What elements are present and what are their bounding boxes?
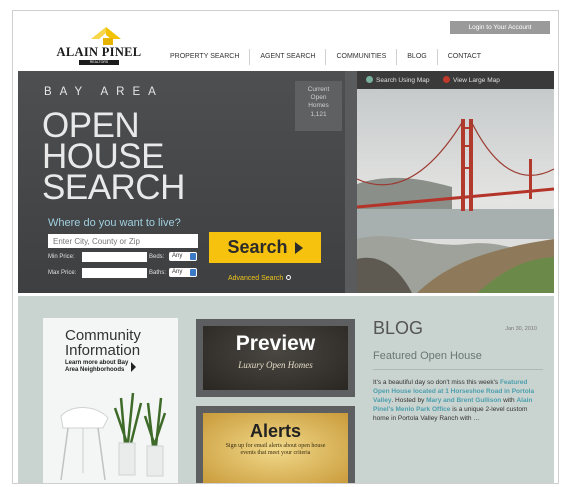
beds-value: Any <box>172 253 183 259</box>
preview-title: Preview <box>235 332 316 355</box>
search-using-map-label: Search Using Map <box>376 77 430 84</box>
hero: BAY AREA OPEN HOUSE SEARCH Current Open … <box>18 71 554 293</box>
community-learn-more: Learn more about Bay Area Neighborhoods <box>65 360 129 373</box>
logo[interactable]: ALAIN PINEL REALTORS <box>49 27 149 65</box>
magnifier-icon <box>286 275 292 280</box>
divider <box>373 369 543 370</box>
lower-section: Community Information Learn more about B… <box>18 296 554 483</box>
alerts-title: Alerts <box>249 421 302 441</box>
beds-label: Beds: <box>149 254 165 260</box>
chair-and-plants-image <box>60 392 167 481</box>
search-using-map-link[interactable]: Search Using Map <box>366 76 429 84</box>
advanced-search-link[interactable]: Advanced Search <box>228 275 292 282</box>
blog-post-title[interactable]: Featured Open House <box>373 350 543 362</box>
search-panel: BAY AREA OPEN HOUSE SEARCH Current Open … <box>18 71 345 293</box>
alerts-card-image: Alerts Sign up for email alerts about op… <box>203 413 348 483</box>
blog-text-3: with <box>503 397 515 404</box>
host-link[interactable]: Mary and Brent Gullison <box>426 397 501 404</box>
blog-panel: BLOG Jan 30, 2010 Featured Open House It… <box>373 318 543 423</box>
open-homes-count: 1,121 <box>310 111 327 118</box>
headline-search: SEARCH <box>42 168 185 207</box>
min-price-label: Min Price: <box>48 254 75 260</box>
current-open-homes-badge: Current Open Homes 1,121 <box>295 81 342 131</box>
blog-excerpt: It's a beautiful day so don't miss this … <box>373 378 543 423</box>
community-info-card[interactable]: Community Information Learn more about B… <box>43 318 178 483</box>
where-label: Where do you want to live? <box>48 217 181 229</box>
homes-label: Homes <box>308 102 329 109</box>
nav-communities[interactable]: COMMUNITIES <box>325 49 396 65</box>
baths-dropdown-icon <box>190 269 196 276</box>
beds-dropdown-icon <box>190 253 196 260</box>
search-button[interactable]: Search <box>209 232 321 263</box>
logo-roof-icon <box>91 27 121 45</box>
advanced-search-label: Advanced Search <box>228 275 284 282</box>
nav-property-search[interactable]: PROPERTY SEARCH <box>160 49 249 65</box>
view-large-map-label: View Large Map <box>453 77 500 84</box>
search-button-label: Search <box>227 237 288 257</box>
blog-date: Jan 30, 2010 <box>505 326 537 332</box>
alerts-card[interactable]: Alerts Sign up for email alerts about op… <box>196 406 355 483</box>
map-pin-icon <box>443 76 450 83</box>
arrow-right-icon <box>131 362 136 372</box>
preview-subtitle: Luxury Open Homes <box>238 360 313 370</box>
nav-contact[interactable]: CONTACT <box>436 49 491 65</box>
map-toolbar: Search Using Map View Large Map <box>357 71 554 89</box>
logo-text: ALAIN PINEL <box>56 45 142 59</box>
map-panel: Search Using Map View Large Map <box>357 71 554 293</box>
community-title: Community Information <box>65 328 141 358</box>
globe-icon <box>366 76 373 83</box>
page-frame: Login to Your Account ALAIN PINEL REALTO… <box>12 10 559 484</box>
beds-select[interactable]: Any <box>169 252 197 261</box>
preview-card[interactable]: Preview Luxury Open Homes <box>196 319 355 397</box>
baths-value: Any <box>172 269 183 275</box>
nav-blog[interactable]: BLOG <box>396 49 436 65</box>
bridge-image <box>357 89 554 293</box>
bay-area-label: BAY AREA <box>44 86 164 98</box>
min-price-input[interactable] <box>82 252 147 262</box>
current-label: Current <box>307 86 330 93</box>
baths-select[interactable]: Any <box>169 268 197 277</box>
blog-text-2: . Hosted by <box>391 397 425 404</box>
max-price-label: Max Price: <box>48 270 77 276</box>
alerts-subtitle: Sign up for email alerts about open hous… <box>225 443 326 456</box>
community-title-line2: Information <box>65 342 141 359</box>
city-search-input[interactable] <box>48 234 198 248</box>
nav-agent-search[interactable]: AGENT SEARCH <box>249 49 325 65</box>
arrow-right-icon <box>294 242 303 254</box>
main-nav: PROPERTY SEARCH AGENT SEARCH COMMUNITIES… <box>160 49 491 65</box>
max-price-input[interactable] <box>82 268 147 278</box>
view-large-map-link[interactable]: View Large Map <box>443 76 500 84</box>
preview-card-image: Preview Luxury Open Homes <box>203 326 348 390</box>
golden-gate-photo <box>357 89 554 293</box>
blog-text-1: It's a beautiful day so don't miss this … <box>373 379 499 386</box>
open-label: Open <box>310 94 327 101</box>
login-button[interactable]: Login to Your Account <box>450 21 550 34</box>
baths-label: Baths: <box>149 270 167 276</box>
logo-sub: REALTORS <box>79 60 119 65</box>
